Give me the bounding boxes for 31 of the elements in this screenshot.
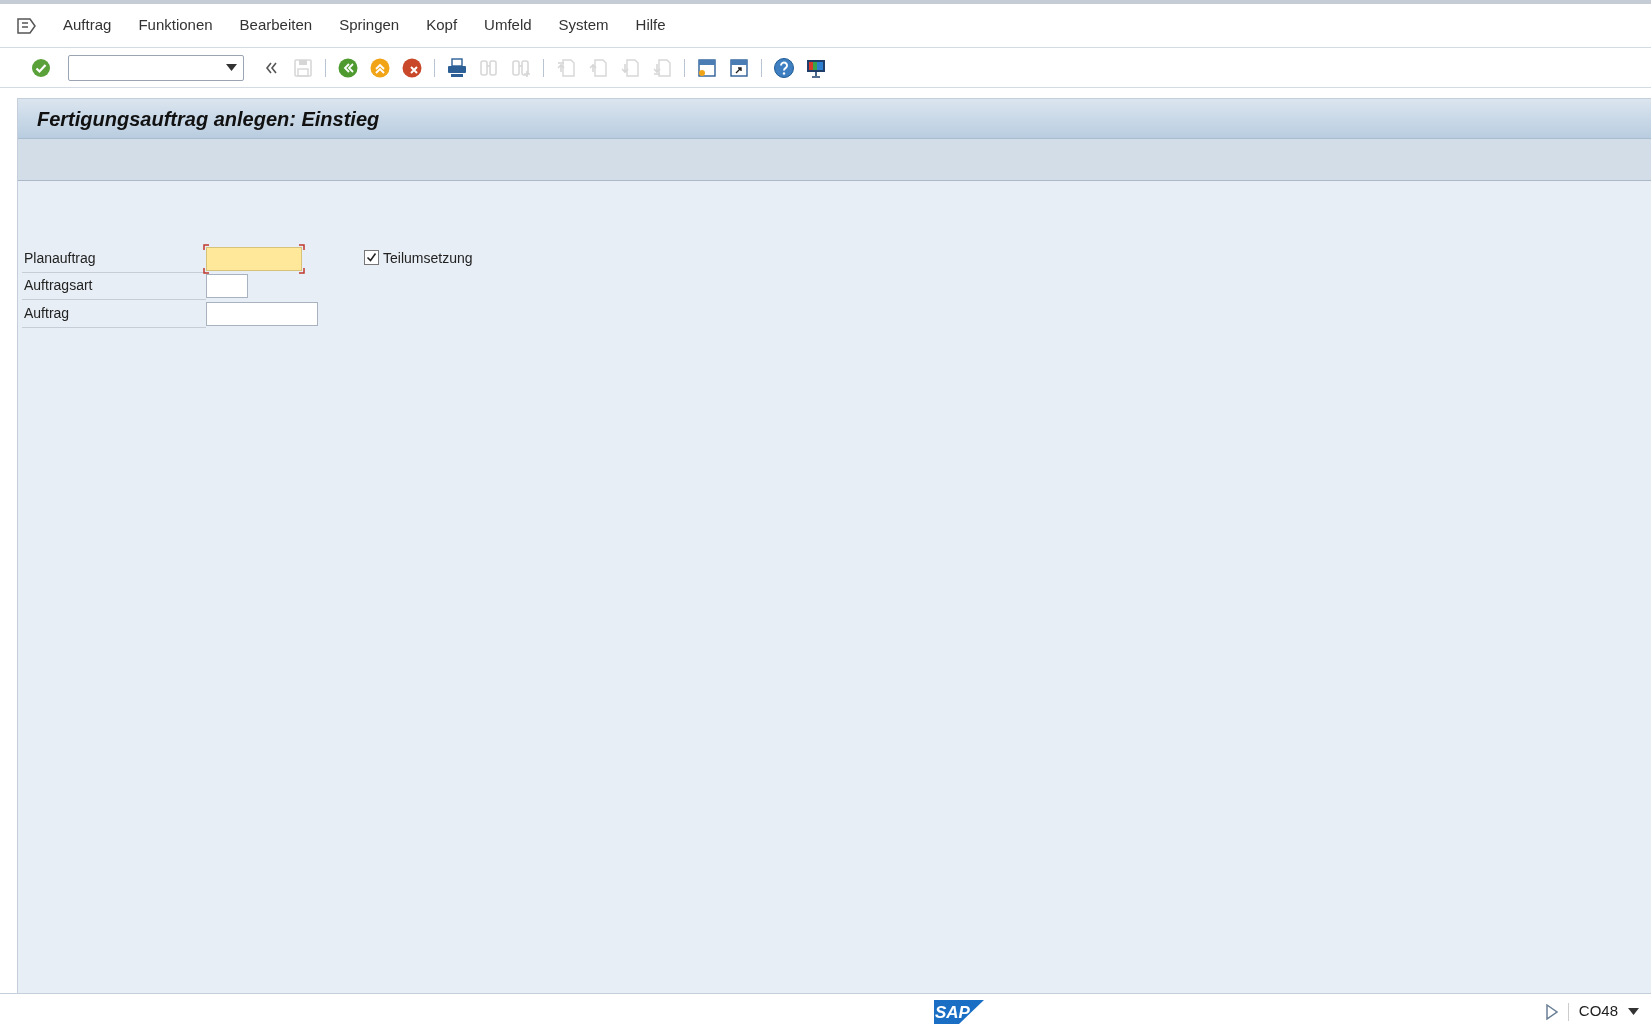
checkbox-label: Teilumsetzung xyxy=(383,249,473,268)
play-triangle-icon[interactable] xyxy=(1545,1003,1558,1020)
transaction-code[interactable]: CO48 xyxy=(1578,1000,1618,1023)
up-chevron-circle-icon[interactable] xyxy=(369,56,391,79)
screen-title: Fertigungsauftrag anlegen: Einstieg xyxy=(37,106,380,132)
input-field[interactable] xyxy=(206,274,248,299)
focus-corners-icon xyxy=(203,243,305,274)
check-circle-icon[interactable] xyxy=(30,56,52,79)
new-window-icon[interactable] xyxy=(696,56,718,79)
input-field[interactable] xyxy=(206,246,302,271)
shortcut-window-icon[interactable] xyxy=(728,56,750,79)
menu-item[interactable]: Auftrag xyxy=(63,14,112,37)
menu-item[interactable]: Umfeld xyxy=(484,14,532,37)
print-icon[interactable] xyxy=(446,56,468,79)
back-icon[interactable] xyxy=(337,56,359,79)
checkbox[interactable] xyxy=(364,250,379,265)
sap-logo: SAP xyxy=(934,1000,984,1024)
menu-item[interactable]: System xyxy=(558,14,609,37)
input-field[interactable] xyxy=(206,301,318,326)
menu-item[interactable]: Bearbeiten xyxy=(239,14,313,37)
menu-item[interactable]: Kopf xyxy=(426,14,458,37)
menu-item[interactable]: Springen xyxy=(339,14,400,37)
checkmark-icon xyxy=(366,252,377,263)
dropdown-caret-icon xyxy=(226,64,237,71)
menu-item[interactable]: Funktionen xyxy=(138,14,213,37)
command-field[interactable] xyxy=(68,54,244,81)
help-icon[interactable] xyxy=(773,56,795,79)
menu-icon[interactable] xyxy=(16,16,38,35)
menu-item[interactable]: Hilfe xyxy=(635,14,666,37)
cancel-icon[interactable] xyxy=(401,56,423,79)
dropdown-caret-icon[interactable] xyxy=(1628,1008,1639,1015)
